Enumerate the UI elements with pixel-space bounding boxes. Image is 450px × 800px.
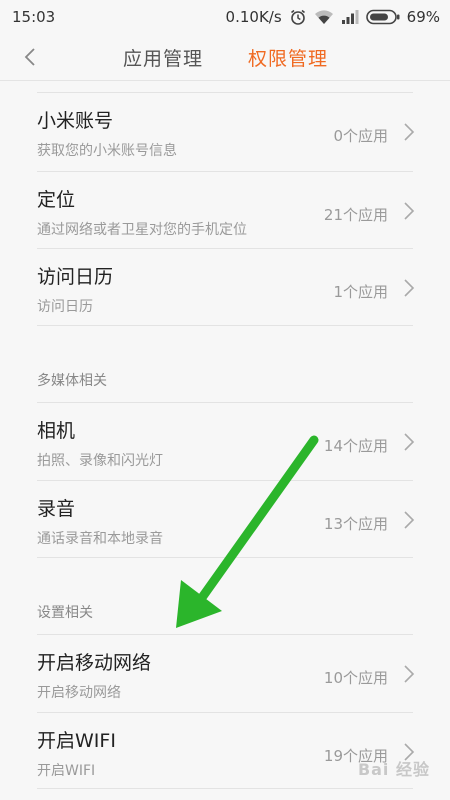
list-item-location[interactable]: 定位 通过网络或者卫星对您的手机定位 21个应用 [0,172,450,250]
chevron-right-icon [404,279,415,297]
list-item-count: 14个应用 [323,437,388,455]
list-item-count: 1个应用 [333,283,388,301]
list-item-subtitle: 拍照、录像和闪光灯 [37,453,163,469]
status-time: 15:03 [12,8,56,26]
list-item-title: 定位 [37,189,76,211]
list-item-title: 相机 [37,420,76,442]
wifi-icon [314,9,334,25]
list-item-subtitle: 通话录音和本地录音 [37,531,163,547]
status-icons: 0.10K/s 69% [226,8,440,26]
list-item-title: 开启WIFI [37,730,116,752]
tab-app-management[interactable]: 应用管理 [123,44,203,71]
divider [37,325,413,326]
list-item-mobile-data[interactable]: 开启移动网络 开启移动网络 10个应用 [0,635,450,713]
list-item-title: 开启移动网络 [37,652,152,674]
chevron-right-icon [404,511,415,529]
back-button[interactable] [16,40,44,74]
list-item-title: 小米账号 [37,110,114,132]
list-item-count: 21个应用 [323,206,388,224]
signal-icon [341,9,359,25]
list-item-recording[interactable]: 录音 通话录音和本地录音 13个应用 [0,481,450,559]
list-item-calendar[interactable]: 访问日历 访问日历 1个应用 [0,249,450,327]
section-header-multimedia: 多媒体相关 [37,373,107,389]
list-item-subtitle: 开启WIFI [37,763,96,779]
list-item-title: 录音 [37,498,76,520]
tab-permission-management[interactable]: 权限管理 [248,44,328,71]
battery-percent: 69% [406,8,440,26]
alarm-icon [289,8,307,26]
chevron-right-icon [404,202,415,220]
list-item-subtitle: 获取您的小米账号信息 [37,143,177,159]
list-item-camera[interactable]: 相机 拍照、录像和闪光灯 14个应用 [0,403,450,481]
section-header-settings: 设置相关 [37,605,93,621]
list-item-subtitle: 访问日历 [37,299,93,315]
chevron-left-icon [24,48,35,66]
status-bar: 15:03 0.10K/s 69% [0,0,450,34]
battery-icon [365,9,400,25]
watermark: Bai 经验 [357,760,430,779]
divider [37,788,413,789]
list-item-count: 13个应用 [323,515,388,533]
list-item-count: 0个应用 [333,127,388,145]
chevron-right-icon [404,433,415,451]
divider [37,557,413,558]
list-item-xiaomi-account[interactable]: 小米账号 获取您的小米账号信息 0个应用 [0,93,450,171]
header-bar: 应用管理 权限管理 [0,34,450,81]
network-speed: 0.10K/s [225,8,282,26]
list-item-title: 访问日历 [37,266,114,288]
chevron-right-icon [404,665,415,683]
chevron-right-icon [404,123,415,141]
list-item-subtitle: 开启移动网络 [37,685,121,701]
list-item-count: 10个应用 [323,669,388,687]
list-item-subtitle: 通过网络或者卫星对您的手机定位 [37,222,247,238]
